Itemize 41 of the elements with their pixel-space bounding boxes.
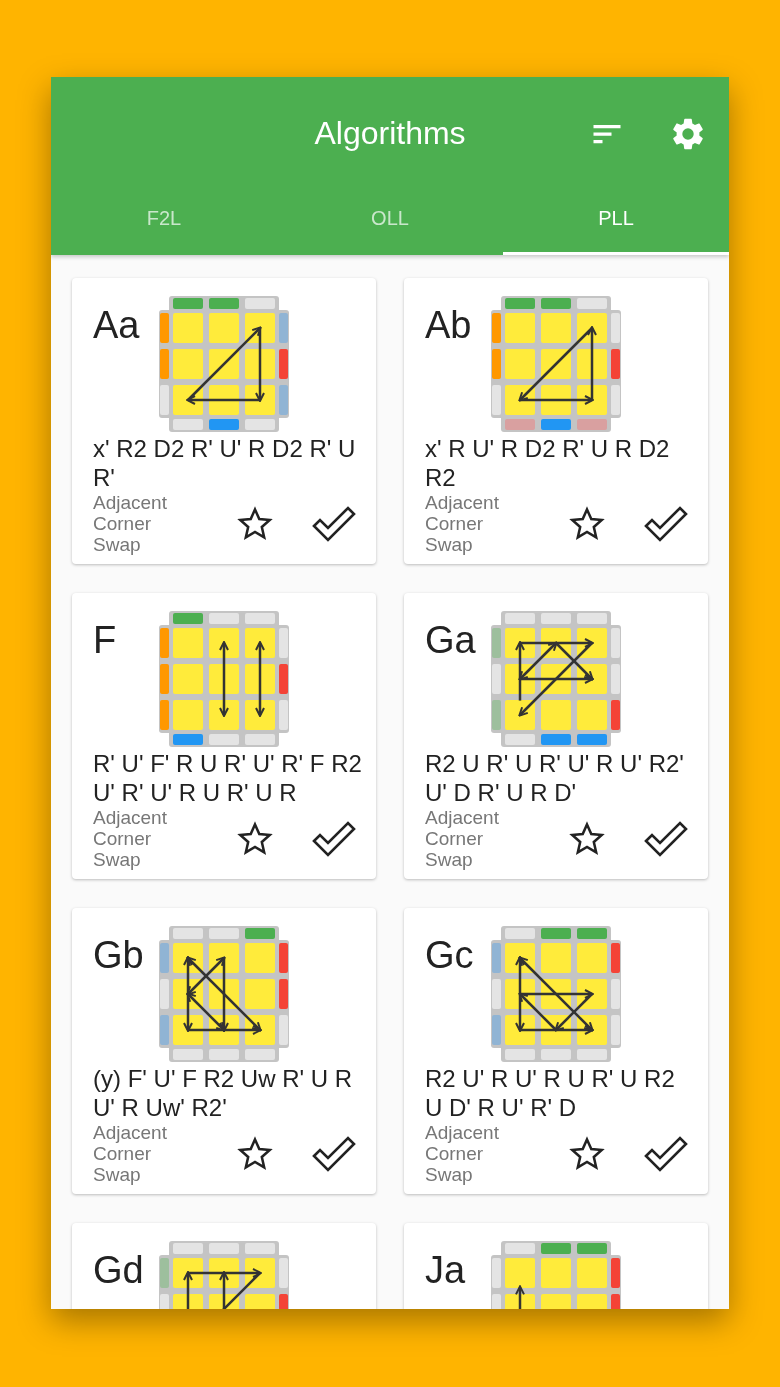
case-name: Ga [425, 619, 477, 662]
algorithm-text: R2 U' R U' R U R' U R2 U D' R U' R' D [425, 1064, 676, 1122]
algorithm-text: x' R2 D2 R' U' R D2 R' U R' [93, 434, 357, 492]
algorithm-card[interactable]: F R' U' F' R U R' U' R' F R2 U' R' U' R U R' U R Adjacent Corner Swap [72, 593, 376, 879]
algorithm-card[interactable]: Gb (y) F' U' F R2 Uw R' U R U' R Uw' R2' Adjacent Corner Swap [72, 908, 376, 1194]
algorithm-text: (y) F' U' F R2 Uw R' U R U' R Uw' R2' [93, 1064, 354, 1122]
algorithm-card[interactable]: Ja [404, 1223, 708, 1309]
check-icon[interactable] [644, 820, 688, 857]
case-description: Adjacent Corner Swap [425, 807, 500, 870]
check-icon[interactable] [312, 505, 356, 542]
star-icon[interactable] [236, 819, 274, 858]
case-name: Aa [93, 304, 141, 347]
check-icon[interactable] [644, 1135, 688, 1172]
algorithm-card[interactable]: Ga R2 U R' U R' U' R U' R2' U' D R' U R D' Adjacent Corner Swap [404, 593, 708, 879]
star-icon[interactable] [568, 819, 606, 858]
star-icon[interactable] [236, 504, 274, 543]
algorithm-text: R' U' F' R U R' U' R' F R2 U' R' U' R U R' U R [93, 749, 362, 807]
check-icon[interactable] [312, 1135, 356, 1172]
case-name: Gc [425, 934, 475, 977]
algorithm-card[interactable]: Gd [72, 1223, 376, 1309]
case-name: F [93, 619, 118, 662]
star-icon[interactable] [236, 1134, 274, 1173]
case-description: Adjacent Corner Swap [425, 492, 500, 555]
case-name: Ab [425, 304, 473, 347]
algorithm-card[interactable]: Gc R2 U' R U' R U R' U R2 U D' R U' R' D Adjacent Corner Swap [404, 908, 708, 1194]
case-name: Gd [93, 1249, 145, 1292]
check-icon[interactable] [644, 505, 688, 542]
algorithm-text: R2 U R' U R' U' R U' R2' U' D R' U R D' [425, 749, 685, 807]
app-title: Algorithms [314, 115, 466, 152]
algorithm-text: x' R U' R D2 R' U R D2 R2 [425, 434, 671, 492]
case-description: Adjacent Corner Swap [425, 1122, 500, 1185]
case-description: Adjacent Corner Swap [93, 492, 168, 555]
algorithm-card[interactable]: Ab x' R U' R D2 R' U R D2 R2 Adjacent Corner Swap [404, 278, 708, 564]
algorithm-card[interactable]: Aa x' R2 D2 R' U' R D2 R' U R' Adjacent Corner Swap [72, 278, 376, 564]
case-description: Adjacent Corner Swap [93, 1122, 168, 1185]
case-name: Gb [93, 934, 145, 977]
case-name: Ja [425, 1249, 467, 1292]
case-description: Adjacent Corner Swap [93, 807, 168, 870]
check-icon[interactable] [312, 820, 356, 857]
star-icon[interactable] [568, 1134, 606, 1173]
star-icon[interactable] [568, 504, 606, 543]
